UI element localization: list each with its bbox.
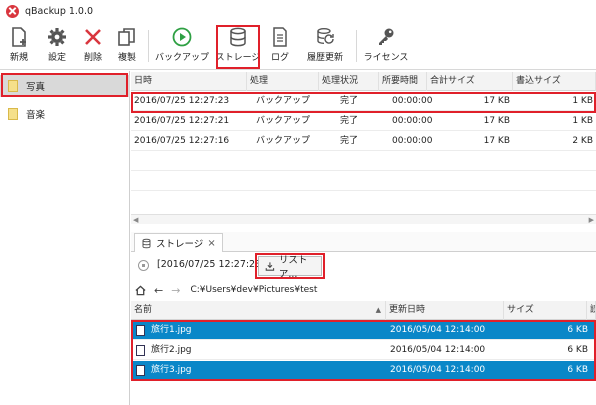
copy-icon [118,28,135,46]
storage-button[interactable]: ストレージ [216,26,260,66]
column-header-name[interactable]: 名前 ▲ [131,301,386,320]
toolbar-separator [356,30,357,62]
bottom-tab-bar: ストレージ × [131,232,596,252]
folder-icon [8,108,18,120]
window-title: qBackup 1.0.0 [25,5,94,17]
download-icon [265,261,275,271]
file-list-header: 名前 ▲ 更新日時 サイズ 読 [131,301,596,320]
backup-button[interactable]: バックアップ [155,26,209,66]
image-file-icon [136,365,145,376]
license-button[interactable]: ライセンス [364,26,408,66]
image-file-icon [136,325,145,336]
file-list: 名前 ▲ 更新日時 サイズ 読 旅行1.jpg 2016/05/04 12:14… [131,301,596,405]
path-bar: ← → C:¥Users¥dev¥Pictures¥test [131,280,596,300]
duplicate-button[interactable]: 複製 [114,26,140,66]
table-row[interactable]: 2016/07/25 12:27:23 バックアップ 完了 00:00:00 1… [131,92,596,111]
image-file-icon [136,345,145,356]
database-icon [230,27,246,47]
table-row-empty [131,192,596,211]
restore-bar: [2016/07/25 12:27:23] リストア... [131,253,596,280]
column-header-datetime[interactable]: 日時 [131,72,247,91]
jobs-table: 日時 処理 処理状況 所要時間 合計サイズ 書込サイズ 2016/07/25 1… [131,72,596,214]
new-button[interactable]: 新規 [6,26,32,66]
document-icon [273,27,287,47]
toolbar-separator [148,30,149,62]
key-icon [379,28,394,45]
snapshot-label: [2016/07/25 12:27:23] [157,259,265,270]
close-tab-icon[interactable]: × [207,238,215,249]
history-refresh-button[interactable]: 履歴更新 [304,26,346,66]
file-row[interactable]: 旅行3.jpg 2016/05/04 12:14:00 6 KB [131,361,596,380]
folder-icon [8,80,18,92]
column-header-modified[interactable]: 更新日時 [386,301,504,320]
toolbar: 新規 設定 削除 複製 バックアップ ストレージ ログ 履歴更新 ライセンス [0,22,596,70]
title-bar: qBackup 1.0.0 [0,0,596,22]
app-logo-icon [6,4,19,18]
play-icon [172,27,192,47]
tab-storage[interactable]: ストレージ × [134,233,223,252]
column-header-process[interactable]: 処理 [247,72,319,91]
table-row-empty [131,172,596,191]
delete-button[interactable]: 削除 [80,26,106,66]
database-icon [142,238,151,248]
jobs-horizontal-scrollbar[interactable]: ◀ ▶ [131,214,596,224]
sort-ascending-icon: ▲ [375,306,381,314]
sidebar-item-music[interactable]: 音楽 [0,103,130,125]
file-row[interactable]: 旅行2.jpg 2016/05/04 12:14:00 6 KB [131,341,596,360]
column-header-read[interactable]: 読 [587,301,596,320]
settings-button[interactable]: 設定 [44,26,70,66]
back-arrow-icon[interactable]: ← [154,284,163,297]
delete-x-icon [85,29,101,45]
scroll-right-icon[interactable]: ▶ [589,216,594,224]
column-header-status[interactable]: 処理状況 [319,72,379,91]
column-header-duration[interactable]: 所要時間 [379,72,427,91]
home-icon[interactable] [135,285,146,296]
log-button[interactable]: ログ [268,26,292,66]
stop-icon[interactable] [138,260,149,271]
backup-set-sidebar: 写真 音楽 [0,71,130,405]
file-row[interactable]: 旅行1.jpg 2016/05/04 12:14:00 6 KB [131,321,596,340]
restore-button[interactable]: リストア... [258,255,322,280]
scroll-left-icon[interactable]: ◀ [133,216,138,224]
new-file-icon [12,27,26,47]
column-header-written-size[interactable]: 書込サイズ [513,72,596,91]
table-row[interactable]: 2016/07/25 12:27:16 バックアップ 完了 00:00:00 1… [131,132,596,151]
jobs-table-header: 日時 処理 処理状況 所要時間 合計サイズ 書込サイズ [131,72,596,91]
gear-icon [48,28,66,46]
forward-arrow-icon[interactable]: → [171,284,180,297]
table-row-empty [131,152,596,171]
sidebar-item-photos[interactable]: 写真 [0,75,130,97]
column-header-size[interactable]: サイズ [504,301,587,320]
refresh-database-icon [317,28,334,44]
column-header-total-size[interactable]: 合計サイズ [427,72,513,91]
current-path: C:¥Users¥dev¥Pictures¥test [190,285,318,295]
table-row[interactable]: 2016/07/25 12:27:21 バックアップ 完了 00:00:00 1… [131,112,596,131]
